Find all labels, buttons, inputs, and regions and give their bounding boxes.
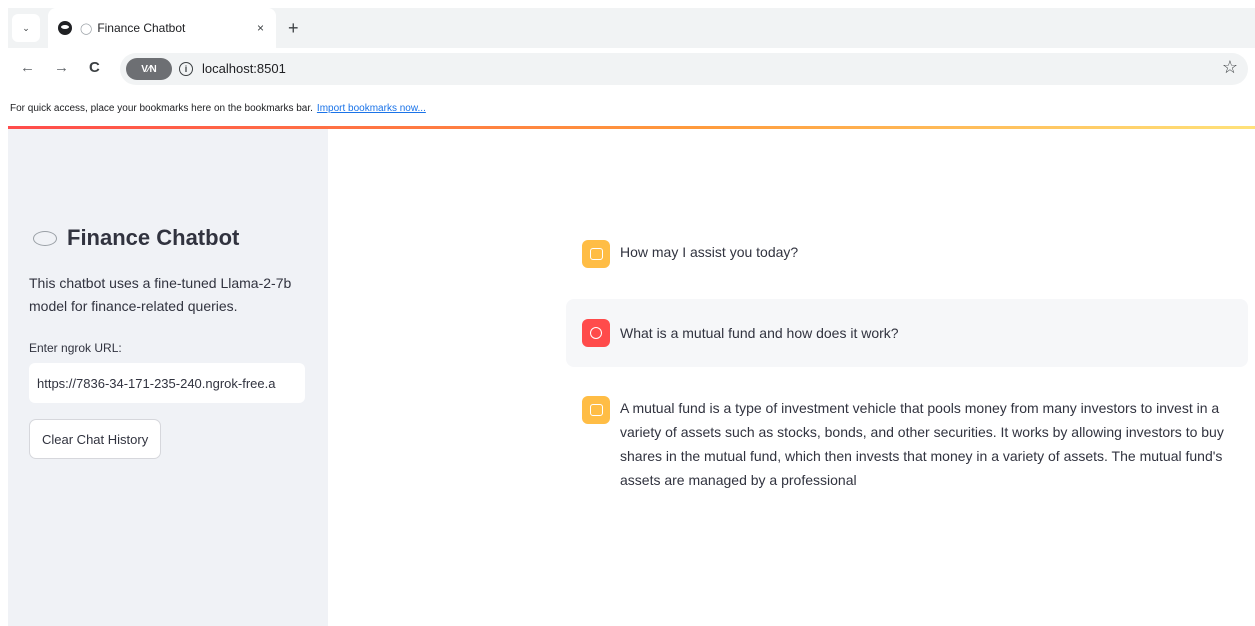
chat-message-assistant: How may I assist you today? <box>582 240 1242 268</box>
tab-title: Finance Chatbot <box>97 21 186 35</box>
message-text: How may I assist you today? <box>620 244 799 260</box>
favicon-icon <box>58 21 72 35</box>
clear-chat-history-button[interactable]: Clear Chat History <box>29 419 162 459</box>
new-tab-button[interactable]: + <box>288 18 299 39</box>
bookmarks-bar: For quick access, place your bookmarks h… <box>8 90 1255 126</box>
sidebar-description: This chatbot uses a fine-tuned Llama-2-7… <box>29 275 292 314</box>
ngrok-url-input[interactable] <box>29 363 305 403</box>
tab-search-button[interactable]: ⌄ <box>12 14 40 42</box>
vpn-button[interactable]: V⁄N <box>126 58 172 80</box>
sidebar-title: Finance Chatbot <box>33 225 239 251</box>
close-icon[interactable]: × <box>257 21 264 35</box>
info-icon[interactable]: i <box>179 62 193 76</box>
ngrok-url-label: Enter ngrok URL: <box>29 341 122 355</box>
sidebar-title-text: Finance Chatbot <box>67 225 240 250</box>
star-icon[interactable]: ☆ <box>1222 57 1238 78</box>
message-text: What is a mutual fund and how does it wo… <box>620 325 899 341</box>
browser-tab[interactable]: ◯ Finance Chatbot × <box>48 8 276 48</box>
tab-strip: ⌄ ◯ Finance Chatbot × + <box>8 8 1255 48</box>
chevron-down-icon: ⌄ <box>22 22 30 33</box>
omnibox[interactable]: V⁄N i localhost:8501 ☆ <box>120 53 1248 85</box>
assistant-avatar-icon <box>582 396 610 424</box>
chat-message-assistant: A mutual fund is a type of investment ve… <box>582 396 1242 492</box>
speech-bubble-icon: ◯ <box>80 22 93 35</box>
reload-icon[interactable]: C <box>89 59 100 76</box>
assistant-avatar-icon <box>582 240 610 268</box>
sidebar: Finance Chatbot This chatbot uses a fine… <box>8 129 328 626</box>
forward-icon[interactable]: → <box>54 59 69 76</box>
speech-bubble-icon <box>33 230 57 246</box>
url-text[interactable]: localhost:8501 <box>202 61 286 76</box>
address-bar: ← → C V⁄N i localhost:8501 ☆ <box>8 48 1255 90</box>
back-icon[interactable]: ← <box>20 59 35 76</box>
import-bookmarks-link[interactable]: Import bookmarks now... <box>317 103 426 114</box>
chat-message-user: What is a mutual fund and how does it wo… <box>566 299 1248 367</box>
message-text: A mutual fund is a type of investment ve… <box>620 400 1224 488</box>
user-avatar-icon <box>582 319 610 347</box>
bookmarks-hint: For quick access, place your bookmarks h… <box>10 102 313 114</box>
